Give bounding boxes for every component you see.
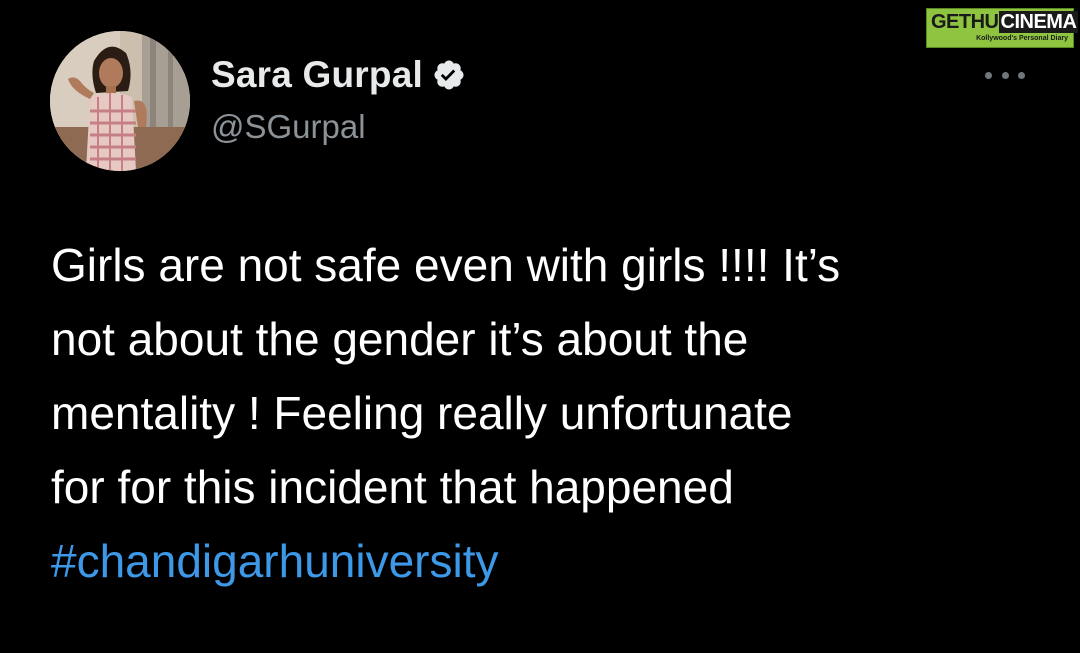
watermark-logo: GETHU CINEMA Kollywood's Personal Diary <box>926 8 1079 48</box>
more-dot <box>1001 71 1009 79</box>
avatar[interactable] <box>50 31 190 171</box>
verified-badge-icon <box>432 58 466 92</box>
tweet-line: not about the gender it’s about the <box>51 313 749 365</box>
tweet-line: mentality ! Feeling really unfortunate <box>51 387 793 439</box>
tweet-line: for for this incident that happened <box>51 461 734 513</box>
watermark-title-b: CINEMA <box>998 11 1079 33</box>
tweet-line: Girls are not safe even with girls !!!! … <box>51 239 841 291</box>
author-handle[interactable]: @SGurpal <box>211 108 366 146</box>
hashtag-link[interactable]: #chandigarhuniversity <box>51 524 1041 598</box>
more-dot <box>985 71 992 79</box>
author-display-name[interactable]: Sara Gurpal <box>211 54 423 96</box>
tweet-text: Girls are not safe even with girls !!!! … <box>51 228 1041 598</box>
watermark-title: GETHU CINEMA <box>931 11 1079 34</box>
avatar-photo <box>50 31 190 171</box>
more-dot <box>1018 71 1025 79</box>
more-options-icon[interactable] <box>985 63 1025 87</box>
watermark-title-a: GETHU <box>931 11 999 33</box>
watermark-subtitle: Kollywood's Personal Diary <box>976 35 1068 42</box>
author-name-row: Sara Gurpal <box>211 52 466 98</box>
